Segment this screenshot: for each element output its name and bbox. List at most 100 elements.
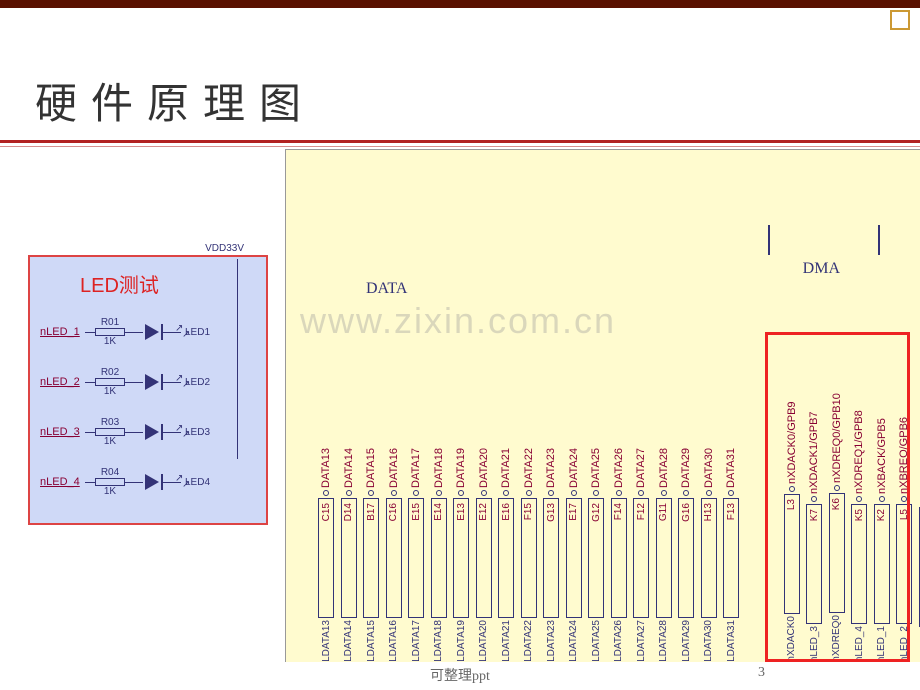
- diode-icon: [145, 424, 159, 440]
- vdd-label: VDD33V: [205, 243, 244, 254]
- resistor-value: 1K: [95, 386, 125, 397]
- pin-column: DATA29G16LDATA29: [676, 368, 696, 662]
- resistor-symbol: [95, 428, 125, 436]
- pin-net-label: LDATA31: [726, 620, 737, 662]
- footer: 可整理ppt 3: [0, 665, 920, 685]
- resistor: R031K: [95, 417, 125, 447]
- pin-terminal-icon: [346, 490, 352, 496]
- pin-net-label: LDATA30: [703, 620, 714, 662]
- wire: [85, 482, 95, 483]
- resistor-value: 1K: [95, 436, 125, 447]
- wire: [85, 382, 95, 383]
- pin-net-label: LDATA20: [478, 620, 489, 662]
- pin-column: DATA23G13LDATA23: [541, 368, 561, 662]
- pin-terminal-icon: [638, 490, 644, 496]
- pin-column: DATA19E13LDATA19: [451, 368, 471, 662]
- pin-terminal-icon: [616, 490, 622, 496]
- pin-box: F13: [723, 498, 739, 618]
- pin-grid-label: F15: [523, 503, 534, 520]
- pin-signal-label: DATA25: [590, 368, 602, 488]
- pin-box: F12: [633, 498, 649, 618]
- page-number: 3: [758, 665, 765, 681]
- pin-grid-label: E17: [568, 503, 579, 521]
- pin-net-label: LDATA19: [456, 620, 467, 662]
- pin-box: E16: [498, 498, 514, 618]
- pin-terminal-icon: [391, 490, 397, 496]
- pin-signal-label: DATA22: [523, 368, 535, 488]
- pin-signal-label: DATA17: [410, 368, 422, 488]
- pin-terminal-icon: [706, 490, 712, 496]
- pin-terminal-icon: [368, 490, 374, 496]
- dma-section-label: DMA: [803, 260, 840, 278]
- pin-net-label: LDATA18: [433, 620, 444, 662]
- pin-column: DATA31 F13 LDATA31: [721, 368, 741, 662]
- pin-signal-label: DATA31: [725, 368, 737, 488]
- pin-grid-label: D14: [343, 503, 354, 521]
- pin-signal-label: DATA26: [613, 368, 625, 488]
- pin-box: G12: [588, 498, 604, 618]
- pin-signal-label: DATA16: [388, 368, 400, 488]
- pin-column: DATA20E12LDATA20: [474, 368, 494, 662]
- pin-net-label: LDATA17: [411, 620, 422, 662]
- pin-terminal-icon: [571, 490, 577, 496]
- pin-net-label: LDATA26: [613, 620, 624, 662]
- pin-terminal-icon: [436, 490, 442, 496]
- pin-column: F6nGCS0: [917, 377, 920, 662]
- resistor-value: 1K: [95, 486, 125, 497]
- pin-box: G13: [543, 498, 559, 618]
- pin-signal-label: DATA18: [433, 368, 445, 488]
- pin-terminal-icon: [728, 490, 734, 496]
- pin-box: C15: [318, 498, 334, 618]
- highlight-box: [765, 332, 910, 662]
- resistor: R021K: [95, 367, 125, 397]
- pin-net-label: LDATA25: [591, 620, 602, 662]
- pin-terminal-icon: [413, 490, 419, 496]
- pin-column: DATA13C15LDATA13: [316, 368, 336, 662]
- pin-grid-label: H13: [703, 503, 714, 521]
- pin-grid-label: C15: [321, 503, 332, 521]
- pin-grid-label: C16: [388, 503, 399, 521]
- pin-signal-label: DATA28: [658, 368, 670, 488]
- pin-net-label: LDATA27: [636, 620, 647, 662]
- led-row: nLED_1R011KLED1: [40, 307, 256, 357]
- nled-label: nLED_3: [40, 426, 85, 438]
- pin-column: DATA22F15LDATA22: [519, 368, 539, 662]
- schematic-panel: DATA DMA DATA13C15LDATA13 DATA14 D14 LDATA1…: [285, 149, 920, 662]
- data-section-label: DATA: [366, 280, 407, 298]
- page-title: 硬件原理图: [35, 70, 315, 131]
- resistor: R011K: [95, 317, 125, 347]
- led-title: LED测试: [80, 269, 159, 298]
- pin-grid-label: E13: [456, 503, 467, 521]
- pin-box: E14: [431, 498, 447, 618]
- pin-column: DATA25 G12 LDATA25: [586, 368, 606, 662]
- wire: [125, 332, 143, 333]
- pin-net-label: LDATA16: [388, 620, 399, 662]
- diode-icon: [145, 374, 159, 390]
- pin-grid-label: E15: [411, 503, 422, 521]
- pin-box: E17: [566, 498, 582, 618]
- pin-net-label: LDATA28: [658, 620, 669, 662]
- pin-grid-label: F14: [613, 503, 624, 520]
- resistor: R041K: [95, 467, 125, 497]
- pin-signal-label: DATA14: [343, 368, 355, 488]
- pin-signal-label: DATA15: [365, 368, 377, 488]
- resistor-symbol: [95, 378, 125, 386]
- diode-icon: [145, 324, 159, 340]
- pin-box: B17: [363, 498, 379, 618]
- nled-label: nLED_2: [40, 376, 85, 388]
- pin-net-label: LDATA21: [501, 620, 512, 662]
- pin-grid-label: G11: [658, 503, 669, 521]
- pin-signal-label: DATA21: [500, 368, 512, 488]
- pin-signal-label: DATA29: [680, 368, 692, 488]
- pin-box: C16: [386, 498, 402, 618]
- pin-net-label: LDATA15: [366, 620, 377, 662]
- pin-column: DATA21 E16 LDATA21: [496, 368, 516, 662]
- pin-terminal-icon: [458, 490, 464, 496]
- nled-label: nLED_4: [40, 476, 85, 488]
- pin-column: DATA24E17LDATA24: [564, 368, 584, 662]
- corner-decoration: [890, 10, 910, 30]
- wire: [125, 382, 143, 383]
- wire: [125, 432, 143, 433]
- pin-terminal-icon: [548, 490, 554, 496]
- pin-grid-label: B17: [366, 503, 377, 521]
